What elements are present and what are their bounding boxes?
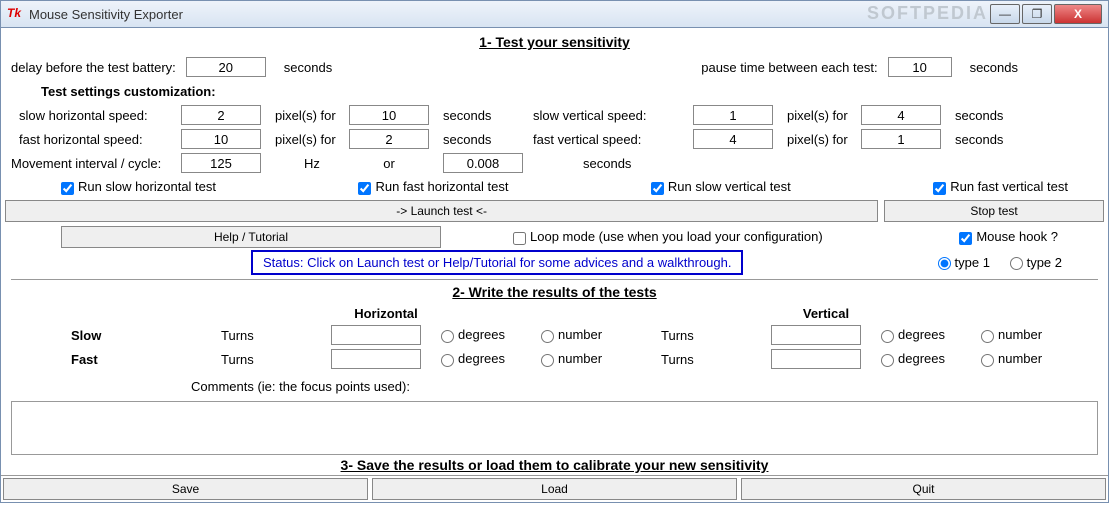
slow-v-turns-input[interactable] [771, 325, 861, 345]
fast-v-number-radio[interactable]: number [981, 351, 1081, 366]
fast-v-degrees-radio[interactable]: degrees [881, 351, 981, 366]
status-text: Status: Click on Launch test or Help/Tut… [251, 250, 743, 275]
slow-h-turns-input[interactable] [331, 325, 421, 345]
titlebar: Tk Mouse Sensitivity Exporter SOFTPEDIA … [0, 0, 1109, 28]
fast-h-degrees-radio[interactable]: degrees [441, 351, 541, 366]
minimize-button[interactable]: — [990, 4, 1020, 24]
fast-v-pixfor: pixel(s) for [787, 132, 861, 147]
slow-v-speed-input[interactable] [693, 105, 773, 125]
slow-v-sec-input[interactable] [861, 105, 941, 125]
horizontal-header: Horizontal [331, 306, 441, 321]
save-button[interactable]: Save [3, 478, 368, 500]
slow-v-number-radio[interactable]: number [981, 327, 1081, 342]
fast-v-label: fast vertical speed: [533, 132, 693, 147]
launch-test-button[interactable]: -> Launch test <- [5, 200, 878, 222]
slow-h-turns-label: Turns [221, 328, 331, 343]
fast-h-speed-input[interactable] [181, 129, 261, 149]
slow-v-degrees-radio[interactable]: degrees [881, 327, 981, 342]
slow-v-turns-label: Turns [661, 328, 771, 343]
section3-title: 3- Save the results or load them to cali… [11, 457, 1098, 473]
section2-title: 2- Write the results of the tests [11, 284, 1098, 300]
pause-input[interactable] [888, 57, 952, 77]
fast-v-turns-label: Turns [661, 352, 771, 367]
quit-button[interactable]: Quit [741, 478, 1106, 500]
load-button[interactable]: Load [372, 478, 737, 500]
fast-h-turns-input[interactable] [331, 349, 421, 369]
slow-h-degrees-radio[interactable]: degrees [441, 327, 541, 342]
pause-seconds: seconds [970, 60, 1018, 75]
movement-hz-input[interactable] [181, 153, 261, 173]
help-button[interactable]: Help / Tutorial [61, 226, 441, 248]
slow-h-number-radio[interactable]: number [541, 327, 661, 342]
settings-label: Test settings customization: [41, 84, 216, 99]
fast-h-seconds: seconds [443, 132, 533, 147]
fast-row-label: Fast [71, 352, 221, 367]
mouse-hook-check[interactable]: Mouse hook ? [959, 229, 1058, 244]
delay-input[interactable] [186, 57, 266, 77]
slow-h-sec-input[interactable] [349, 105, 429, 125]
hz-label: Hz [275, 156, 349, 171]
fast-v-speed-input[interactable] [693, 129, 773, 149]
fast-v-seconds: seconds [955, 132, 1003, 147]
watermark: SOFTPEDIA [867, 3, 988, 24]
fast-h-label: fast horizontal speed: [19, 132, 181, 147]
comments-label: Comments (ie: the focus points used): [191, 379, 410, 394]
movement-sec-input[interactable] [443, 153, 523, 173]
movement-seconds: seconds [583, 156, 631, 171]
delay-label: delay before the test battery: [11, 60, 176, 75]
movement-label: Movement interval / cycle: [11, 156, 181, 171]
slow-v-pixfor: pixel(s) for [787, 108, 861, 123]
run-fast-v-check[interactable]: Run fast vertical test [933, 179, 1068, 194]
fast-h-turns-label: Turns [221, 352, 331, 367]
fast-v-sec-input[interactable] [861, 129, 941, 149]
section1-title: 1- Test your sensitivity [11, 34, 1098, 50]
fast-v-turns-input[interactable] [771, 349, 861, 369]
slow-h-label: slow horizontal speed: [19, 108, 181, 123]
pause-label: pause time between each test: [701, 60, 877, 75]
close-button[interactable]: X [1054, 4, 1102, 24]
window-title: Mouse Sensitivity Exporter [29, 7, 990, 22]
fast-h-number-radio[interactable]: number [541, 351, 661, 366]
slow-v-seconds: seconds [955, 108, 1003, 123]
maximize-button[interactable]: ❐ [1022, 4, 1052, 24]
type1-radio[interactable]: type 1 [938, 255, 990, 270]
app-icon: Tk [7, 6, 23, 22]
run-slow-h-check[interactable]: Run slow horizontal test [61, 179, 216, 194]
type2-radio[interactable]: type 2 [1010, 255, 1062, 270]
slow-row-label: Slow [71, 328, 221, 343]
slow-v-label: slow vertical speed: [533, 108, 693, 123]
fast-h-sec-input[interactable] [349, 129, 429, 149]
loop-mode-check[interactable]: Loop mode (use when you load your config… [513, 229, 823, 244]
slow-h-speed-input[interactable] [181, 105, 261, 125]
fast-h-pixfor: pixel(s) for [275, 132, 349, 147]
stop-test-button[interactable]: Stop test [884, 200, 1104, 222]
delay-seconds: seconds [284, 60, 332, 75]
vertical-header: Vertical [771, 306, 881, 321]
comments-textarea[interactable] [11, 401, 1098, 455]
or-label: or [349, 156, 429, 171]
slow-h-seconds: seconds [443, 108, 533, 123]
slow-h-pixfor: pixel(s) for [275, 108, 349, 123]
run-fast-h-check[interactable]: Run fast horizontal test [358, 179, 508, 194]
run-slow-v-check[interactable]: Run slow vertical test [651, 179, 791, 194]
